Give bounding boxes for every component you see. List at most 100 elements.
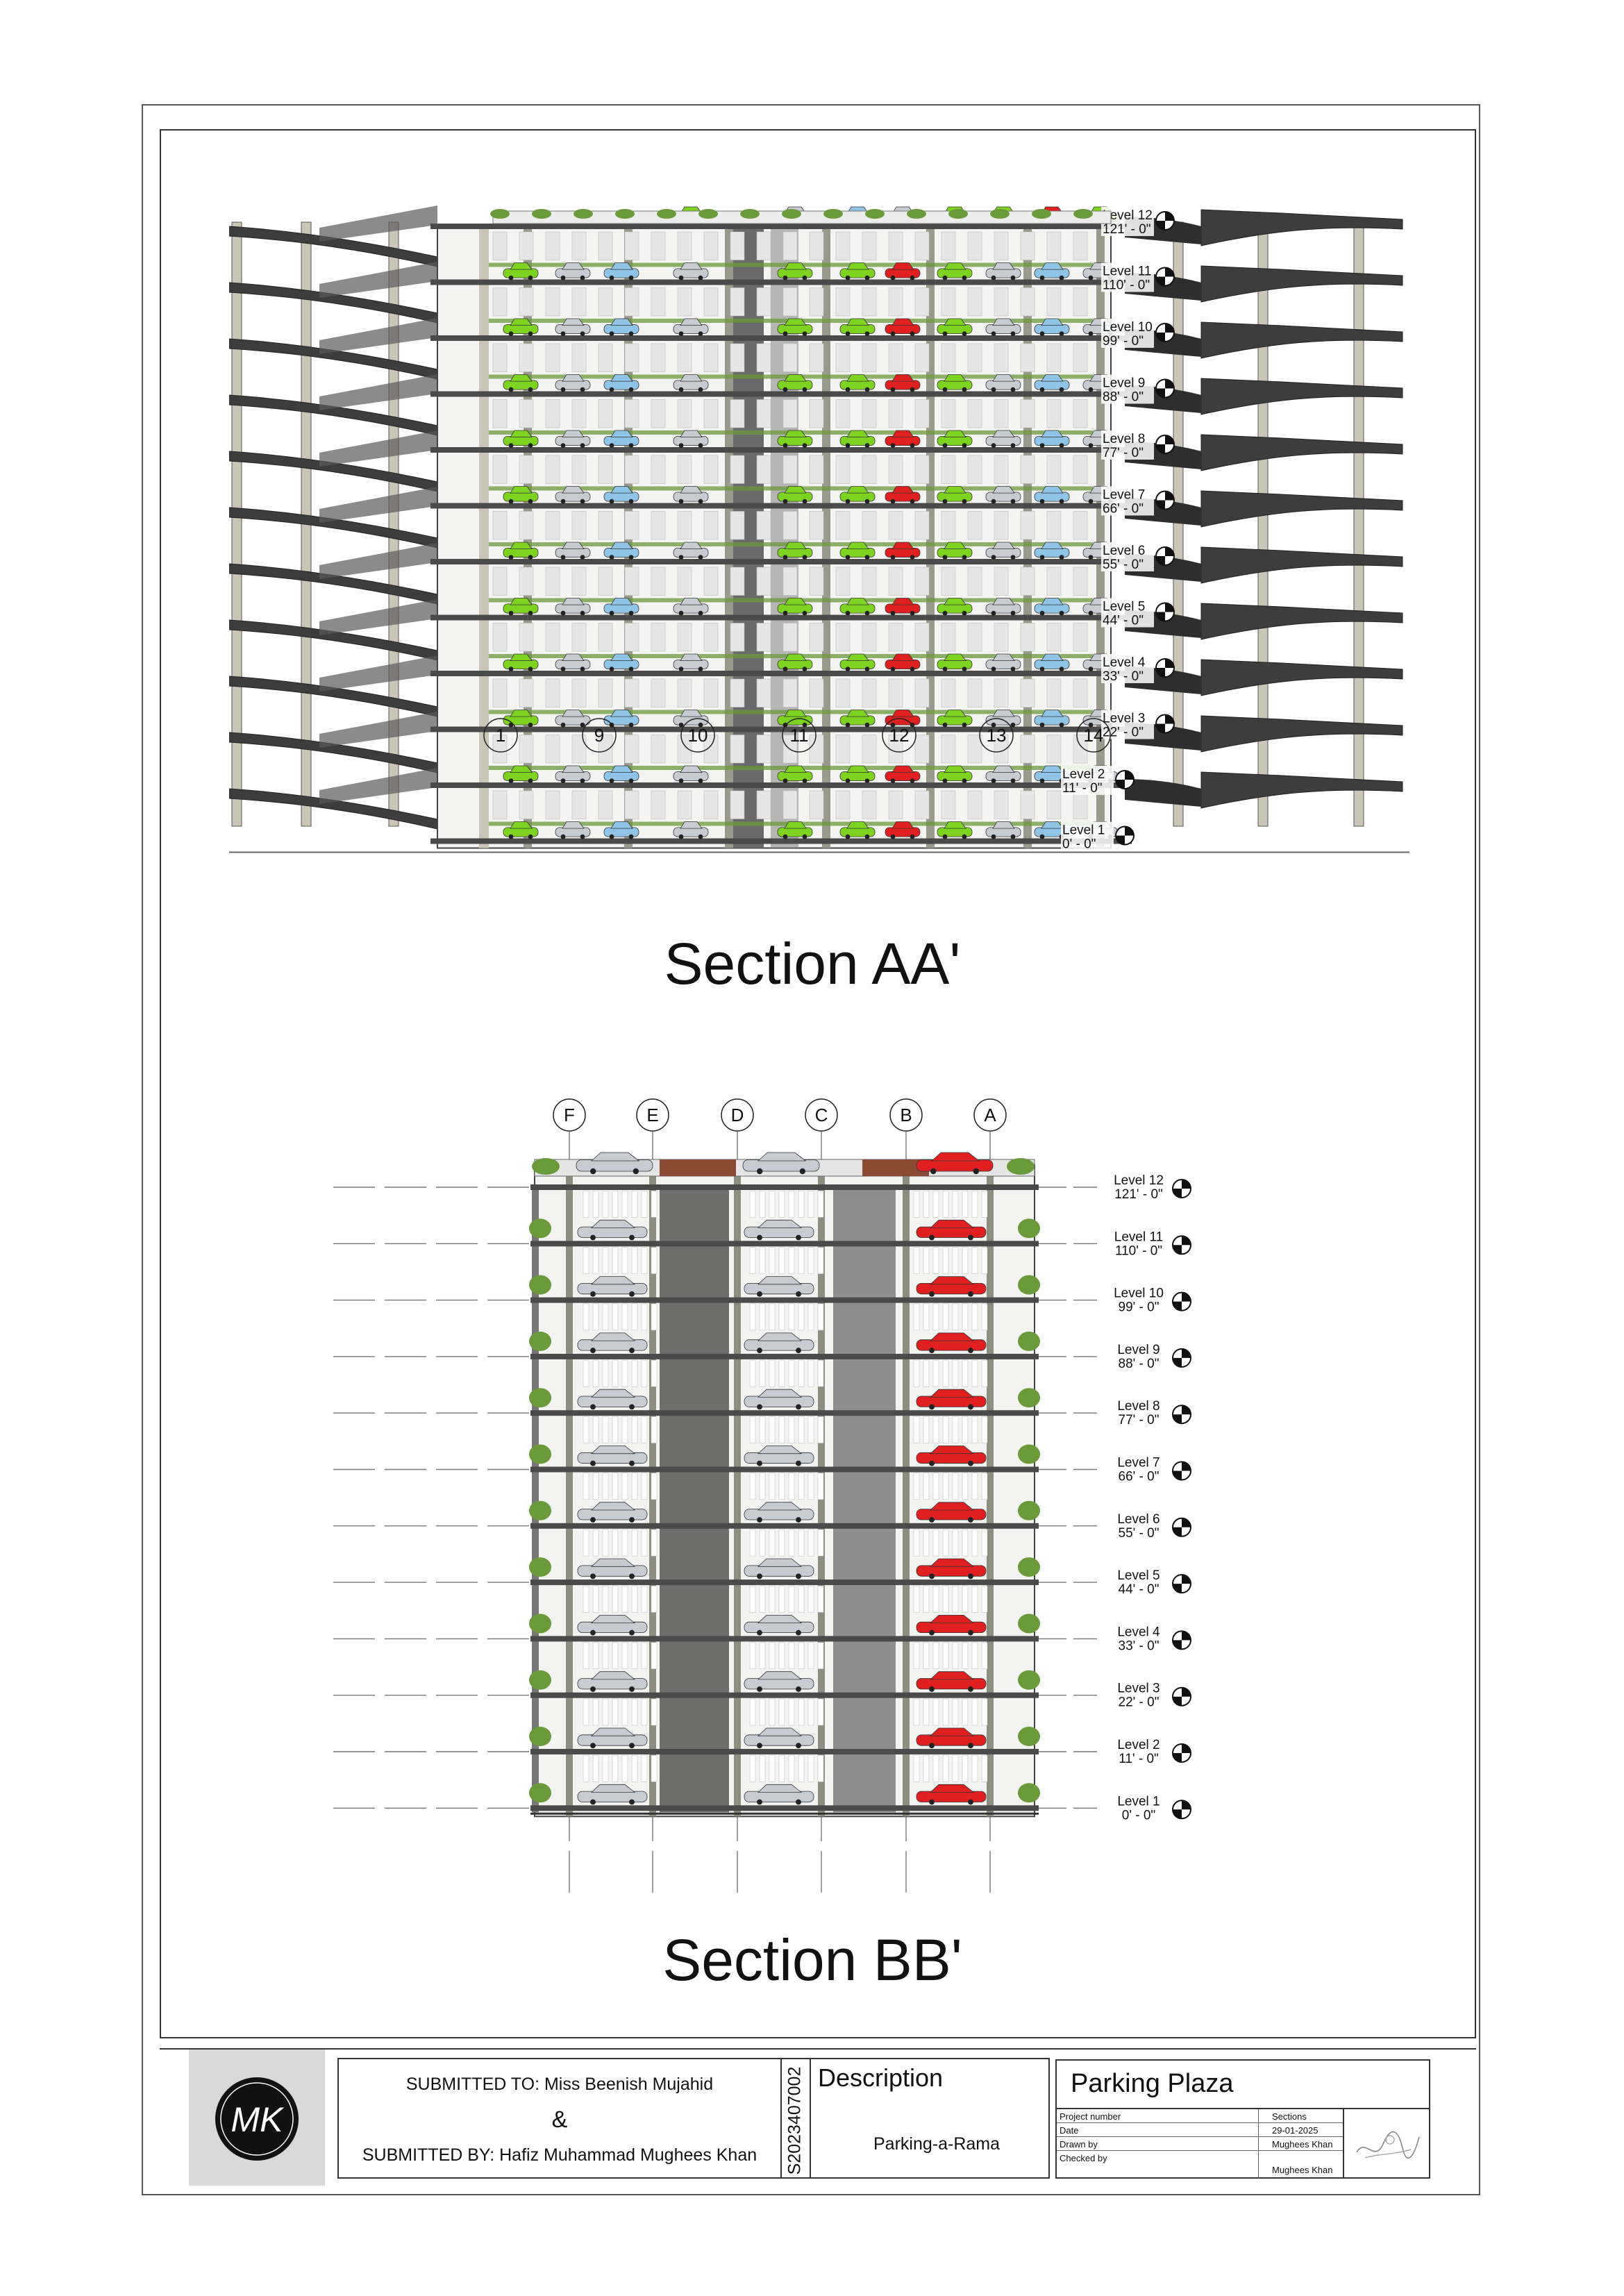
- wheel: [1010, 331, 1016, 336]
- wheel: [929, 1799, 935, 1805]
- grid-label: 13: [987, 725, 1007, 746]
- window-panel: [807, 1247, 814, 1274]
- window-panel: [913, 1473, 920, 1500]
- wheel: [590, 1743, 596, 1749]
- roof-plant: [1073, 209, 1093, 219]
- window-panel: [942, 1473, 949, 1500]
- submission-box: SUBMITTED TO: Miss Beenish Mujahid & SUB…: [337, 2058, 782, 2179]
- wheel: [991, 443, 996, 448]
- left-ramp: [229, 206, 438, 830]
- wheel: [910, 275, 915, 280]
- ramp-segment: [1200, 490, 1403, 528]
- window-panel: [913, 1755, 920, 1782]
- window-panel: [651, 790, 666, 819]
- car: [577, 1396, 648, 1407]
- car: [673, 324, 709, 334]
- info-row: Checked by Mughees Khan: [1057, 2151, 1343, 2179]
- window-panel: [923, 1191, 930, 1218]
- window-panel: [914, 567, 930, 596]
- column: [903, 1165, 910, 1817]
- window-panel: [1073, 623, 1088, 652]
- window-panel: [631, 1191, 638, 1218]
- wheel: [796, 1234, 801, 1241]
- car: [839, 268, 876, 278]
- wheel: [580, 331, 585, 336]
- level-elevation: 66' - 0": [1103, 502, 1144, 517]
- window-panel: [571, 287, 587, 317]
- wheel: [973, 1168, 979, 1175]
- car: [1034, 715, 1070, 726]
- info-row-label: Checked by: [1060, 2153, 1107, 2163]
- car: [985, 435, 1021, 446]
- level-marker-fill: [1182, 1744, 1191, 1753]
- window-panel: [545, 790, 560, 819]
- car: [744, 1678, 814, 1690]
- car: [839, 603, 876, 614]
- car: [916, 1621, 987, 1634]
- wheel: [962, 778, 967, 783]
- window-panel: [782, 790, 798, 819]
- wheel: [629, 1799, 635, 1805]
- window-panel: [545, 511, 560, 540]
- wheel: [580, 667, 585, 671]
- window-panel: [942, 1359, 949, 1387]
- window-panel: [651, 1416, 658, 1443]
- window-panel: [592, 1303, 599, 1331]
- window-panel: [809, 399, 824, 428]
- car: [503, 771, 539, 782]
- car: [744, 1791, 814, 1802]
- level-marker-fill: [1182, 1575, 1191, 1584]
- grid-label: D: [731, 1105, 744, 1125]
- wheel: [590, 1291, 596, 1297]
- window-panel: [914, 623, 930, 652]
- wheel: [929, 1573, 935, 1579]
- window-panel: [923, 1586, 930, 1613]
- window-panel: [602, 1586, 609, 1613]
- window-panel: [677, 790, 692, 819]
- window-panel: [769, 1642, 776, 1669]
- window-panel: [612, 1698, 619, 1726]
- wheel: [942, 387, 948, 392]
- wheel: [560, 722, 566, 728]
- wheel: [802, 778, 807, 783]
- level-elevation: 11' - 0": [1062, 781, 1103, 796]
- window-panel: [932, 1586, 939, 1613]
- car: [1034, 547, 1070, 558]
- wheel: [962, 275, 967, 280]
- wheel: [580, 834, 585, 839]
- window-panel: [730, 790, 745, 819]
- floor-slab: [430, 279, 1132, 285]
- wheel: [1059, 498, 1064, 504]
- window-panel: [967, 567, 982, 596]
- wheel: [1010, 275, 1016, 280]
- car: [777, 771, 813, 782]
- window-panel: [641, 1303, 648, 1331]
- car: [555, 492, 591, 502]
- wheel: [864, 555, 870, 560]
- car: [1034, 660, 1070, 670]
- window-panel: [703, 511, 719, 540]
- wheel: [968, 1686, 973, 1692]
- wheel: [590, 1348, 596, 1354]
- window-panel: [967, 790, 982, 819]
- window-panel: [809, 567, 824, 596]
- level-name: Level 11: [1103, 265, 1151, 279]
- wheel: [580, 387, 585, 392]
- window-panel: [677, 623, 692, 652]
- window-panel: [981, 1642, 988, 1669]
- window-panel: [971, 1247, 978, 1274]
- wheel: [678, 722, 684, 728]
- window-panel: [730, 343, 745, 372]
- car: [777, 268, 813, 278]
- car: [916, 1734, 987, 1746]
- window-panel: [583, 1755, 589, 1782]
- wheel: [929, 1234, 935, 1241]
- level-name: Level 1: [1062, 823, 1105, 838]
- window-panel: [782, 455, 798, 484]
- window-panel: [798, 1698, 805, 1726]
- window-panel: [914, 287, 930, 317]
- window-panel: [971, 1473, 978, 1500]
- wheel: [628, 443, 634, 448]
- window-panel: [651, 287, 666, 317]
- level-marker-fill: [1173, 1414, 1182, 1424]
